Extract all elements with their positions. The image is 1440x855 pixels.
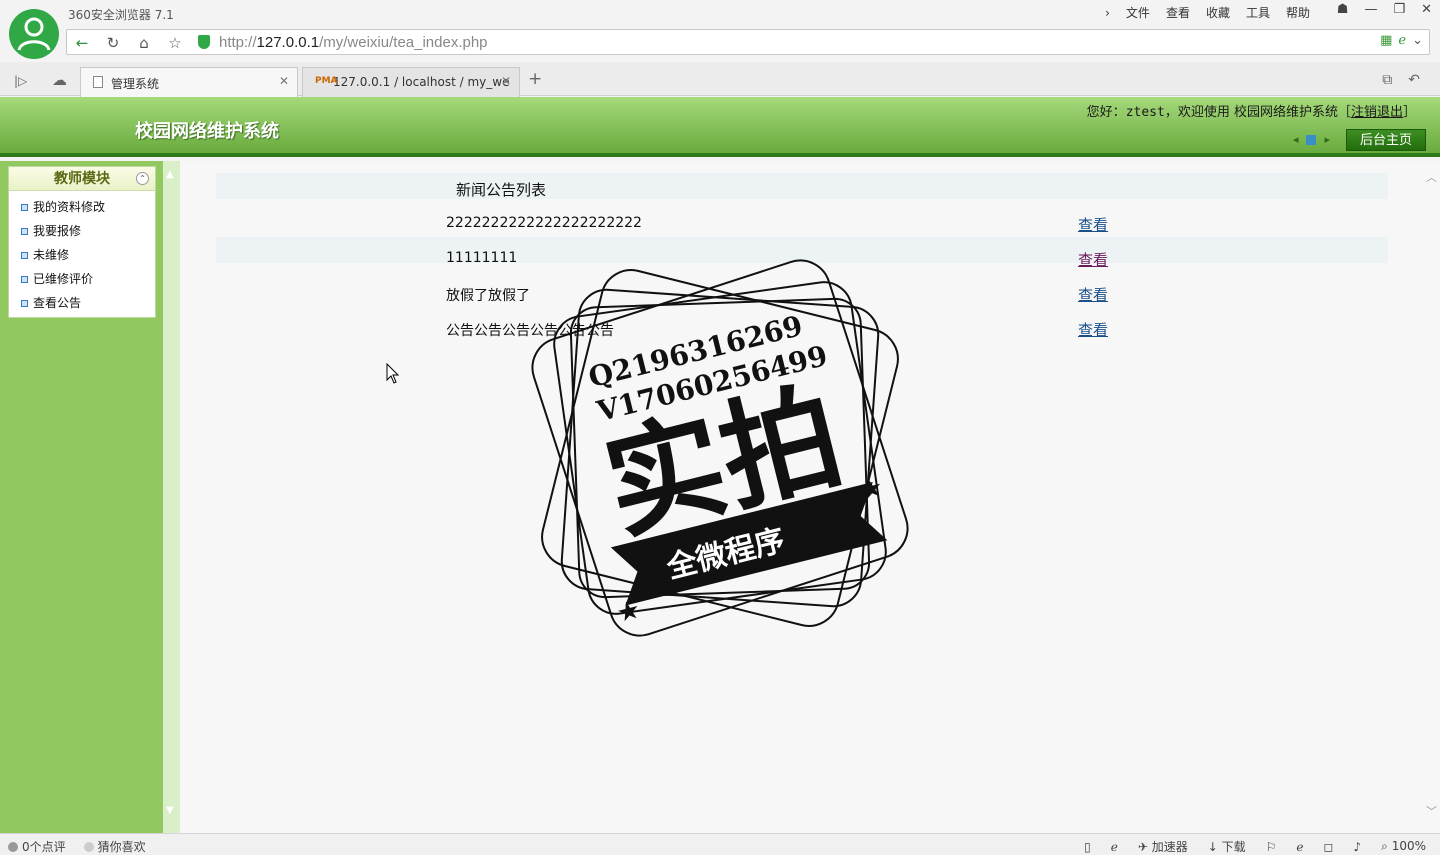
comment-icon <box>8 842 18 852</box>
view-link[interactable]: 查看 <box>1078 284 1108 305</box>
username: ztest <box>1125 105 1165 120</box>
list-item: 放假了放假了 <box>446 288 530 304</box>
next-arrow-icon[interactable]: ▸ <box>1324 133 1330 146</box>
skin-icon[interactable]: ☗ <box>1337 2 1349 17</box>
admin-home-button[interactable]: 后台主页 <box>1346 129 1426 151</box>
qrcode-icon[interactable]: ▦ <box>1380 33 1392 48</box>
status-bar: 0个点评 猜你喜欢 ▯ ℯ ✈ 加速器 ↓ 下载 ⚐ ℯ ◻ ♪ ⌕ 100% <box>0 833 1440 855</box>
tab-management-system[interactable]: 管理系统 ✕ <box>80 67 298 97</box>
restore-tabs-icon[interactable]: ⧉ <box>1382 72 1392 88</box>
phpmyadmin-icon: PMA <box>315 76 338 86</box>
scroll-down-icon[interactable]: ﹀ <box>1426 803 1437 819</box>
menu-item-view[interactable]: 查看 <box>1166 4 1190 21</box>
tab-bar: |▷ ☁ 管理系统 ✕ PMA 127.0.0.1 / localhost / … <box>0 62 1440 97</box>
menu-item-favorites[interactable]: 收藏 <box>1206 4 1230 21</box>
menu-expand-icon[interactable]: › <box>1105 6 1110 20</box>
maximize-button[interactable]: ❐ <box>1393 2 1405 17</box>
header-pager: ◂ ▸ <box>1293 133 1330 146</box>
accelerator-button[interactable]: ✈ 加速器 <box>1138 838 1188 855</box>
mobile-icon[interactable]: ▯ <box>1084 840 1091 854</box>
recommend-status[interactable]: 猜你喜欢 <box>83 838 146 855</box>
view-link[interactable]: 查看 <box>1078 214 1108 235</box>
list-item: 2222222222222222222222 <box>446 215 642 231</box>
sidebar-item-report-repair[interactable]: 我要报修 <box>21 221 155 245</box>
scroll-up-icon[interactable]: ▲ <box>166 169 174 180</box>
close-tab-icon[interactable]: ✕ <box>279 74 289 88</box>
logout-link[interactable]: 注销退出 <box>1351 105 1403 120</box>
prev-arrow-icon[interactable]: ◂ <box>1293 133 1299 146</box>
speed-icon[interactable]: ℯ <box>1398 33 1406 48</box>
app-title: 360安全浏览器 7.1 <box>68 8 174 22</box>
sidebar-splitter[interactable]: ▲ ▼ <box>163 161 180 833</box>
browser-titlebar: 360安全浏览器 7.1 › 文件 查看 收藏 工具 帮助 ☗ — ❐ ✕ ← … <box>0 0 1440 60</box>
sidebar: 教师模块 ⌃ 我的资料修改 我要报修 未维修 已维修评价 查看公告 <box>0 161 163 833</box>
zoom-control[interactable]: ⌕ 100% <box>1381 839 1426 854</box>
tab-tools: ⧉ ↶ <box>1382 72 1420 88</box>
page-scrollbar[interactable]: ︿ ﹀ <box>1424 161 1440 833</box>
refresh-icon[interactable]: ↻ <box>102 33 124 53</box>
minimize-button[interactable]: — <box>1364 2 1377 17</box>
favorite-star-icon[interactable]: ☆ <box>164 33 186 53</box>
site-header: 校园网络维护系统 您好：ztest，欢迎使用 校园网络维护系统［注销退出］ ◂ … <box>0 97 1440 157</box>
sidebar-item-unrepaired[interactable]: 未维修 <box>21 245 155 269</box>
list-title: 新闻公告列表 <box>456 181 547 199</box>
module-menu: 我的资料修改 我要报修 未维修 已维修评价 查看公告 <box>9 191 155 317</box>
comments-status[interactable]: 0个点评 <box>8 838 66 855</box>
cloud-icon[interactable]: ☁ <box>52 71 67 89</box>
sidebar-item-profile[interactable]: 我的资料修改 <box>21 197 155 221</box>
undo-close-icon[interactable]: ↶ <box>1408 72 1420 88</box>
browser-logo-icon <box>9 9 59 59</box>
site-title: 校园网络维护系统 <box>135 121 279 142</box>
recommend-icon <box>83 842 94 852</box>
menu-item-help[interactable]: 帮助 <box>1286 4 1310 21</box>
download-button[interactable]: ↓ 下载 <box>1208 838 1246 855</box>
browser-menu: › 文件 查看 收藏 工具 帮助 <box>1105 4 1310 21</box>
watermark-stamp: Q2196316269 V17060256499 实拍 全微程序 ★ ★ <box>531 259 909 637</box>
tab-phpmyadmin[interactable]: PMA 127.0.0.1 / localhost / my_we ✕ <box>302 67 520 97</box>
welcome-message: 您好：ztest，欢迎使用 校园网络维护系统［注销退出］ <box>1086 105 1416 120</box>
address-tools: ▦ ℯ ⌄ <box>1380 33 1423 48</box>
panel-header: 教师模块 ⌃ <box>9 167 155 191</box>
address-bar[interactable]: ← ↻ ⌂ ☆ http://127.0.0.1/my/weixiu/tea_i… <box>66 29 1430 55</box>
url-text[interactable]: http://127.0.0.1/my/weixiu/tea_index.php <box>219 34 488 51</box>
collapse-icon[interactable]: ⌃ <box>136 172 149 185</box>
flag-icon[interactable]: ⚐ <box>1266 840 1277 854</box>
menu-item-file[interactable]: 文件 <box>1126 4 1150 21</box>
scroll-up-icon[interactable]: ︿ <box>1426 169 1437 185</box>
home-icon[interactable]: ⌂ <box>133 33 155 53</box>
security-shield-icon <box>198 35 210 49</box>
ie-icon[interactable]: ℯ <box>1296 840 1303 854</box>
scroll-down-icon[interactable]: ▼ <box>166 805 174 816</box>
view-link[interactable]: 查看 <box>1078 319 1108 340</box>
view-link[interactable]: 查看 <box>1078 249 1108 270</box>
ghost-row <box>216 173 1388 199</box>
teacher-module-panel: 教师模块 ⌃ 我的资料修改 我要报修 未维修 已维修评价 查看公告 <box>8 166 156 318</box>
list-item: 11111111 <box>446 250 518 266</box>
sidebar-item-rate-repaired[interactable]: 已维修评价 <box>21 269 155 293</box>
back-arrow-icon[interactable]: ← <box>71 33 93 53</box>
sound-icon[interactable]: ♪ <box>1353 840 1361 854</box>
tab-label: 127.0.0.1 / localhost / my_we <box>333 75 510 89</box>
browser-mode-icon[interactable]: ℯ <box>1111 840 1118 854</box>
window-controls: ☗ — ❐ ✕ <box>1337 2 1432 17</box>
new-tab-button[interactable]: + <box>528 69 542 89</box>
page-icon <box>93 76 103 88</box>
tab-label: 管理系统 <box>111 77 160 91</box>
mouse-cursor-icon <box>386 363 400 384</box>
panel-title: 教师模块 <box>54 171 110 187</box>
chevron-down-icon[interactable]: ⌄ <box>1412 33 1423 48</box>
window-icon[interactable]: ◻ <box>1324 840 1334 854</box>
close-tab-icon[interactable]: ✕ <box>501 74 511 88</box>
sidebar-item-announcements[interactable]: 查看公告 <box>21 293 155 317</box>
layout-icon[interactable] <box>1306 134 1317 145</box>
sidebar-toggle-icon[interactable]: |▷ <box>14 74 27 88</box>
close-window-button[interactable]: ✕ <box>1421 2 1432 17</box>
menu-item-tools[interactable]: 工具 <box>1246 4 1270 21</box>
